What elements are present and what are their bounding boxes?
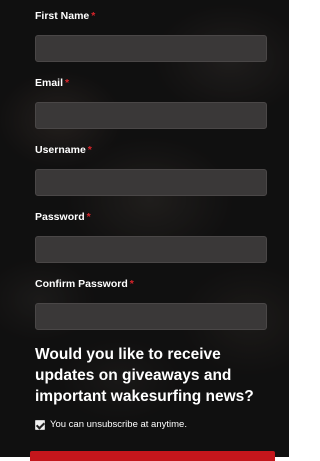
required-marker: *: [87, 144, 92, 156]
required-marker: *: [91, 10, 96, 22]
password-label: Password *: [35, 211, 91, 223]
username-input[interactable]: [35, 169, 267, 196]
first-name-label: First Name *: [35, 10, 96, 22]
username-label: Username *: [35, 144, 92, 156]
email-input[interactable]: [35, 102, 267, 129]
first-name-input[interactable]: [35, 35, 267, 62]
newsletter-consent-label: You can unsubscribe at anytime.: [50, 419, 187, 430]
newsletter-checkbox[interactable]: [35, 419, 45, 430]
required-marker: *: [129, 278, 134, 290]
submit-button[interactable]: [30, 451, 275, 461]
password-input[interactable]: [35, 236, 267, 263]
newsletter-consent[interactable]: You can unsubscribe at anytime.: [35, 419, 187, 430]
required-marker: *: [65, 77, 70, 89]
required-marker: *: [86, 211, 91, 223]
confirm-password-label: Confirm Password *: [35, 278, 134, 290]
newsletter-question: Would you like to receive updates on giv…: [35, 346, 254, 405]
confirm-password-input[interactable]: [35, 303, 267, 330]
email-label: Email *: [35, 77, 70, 89]
